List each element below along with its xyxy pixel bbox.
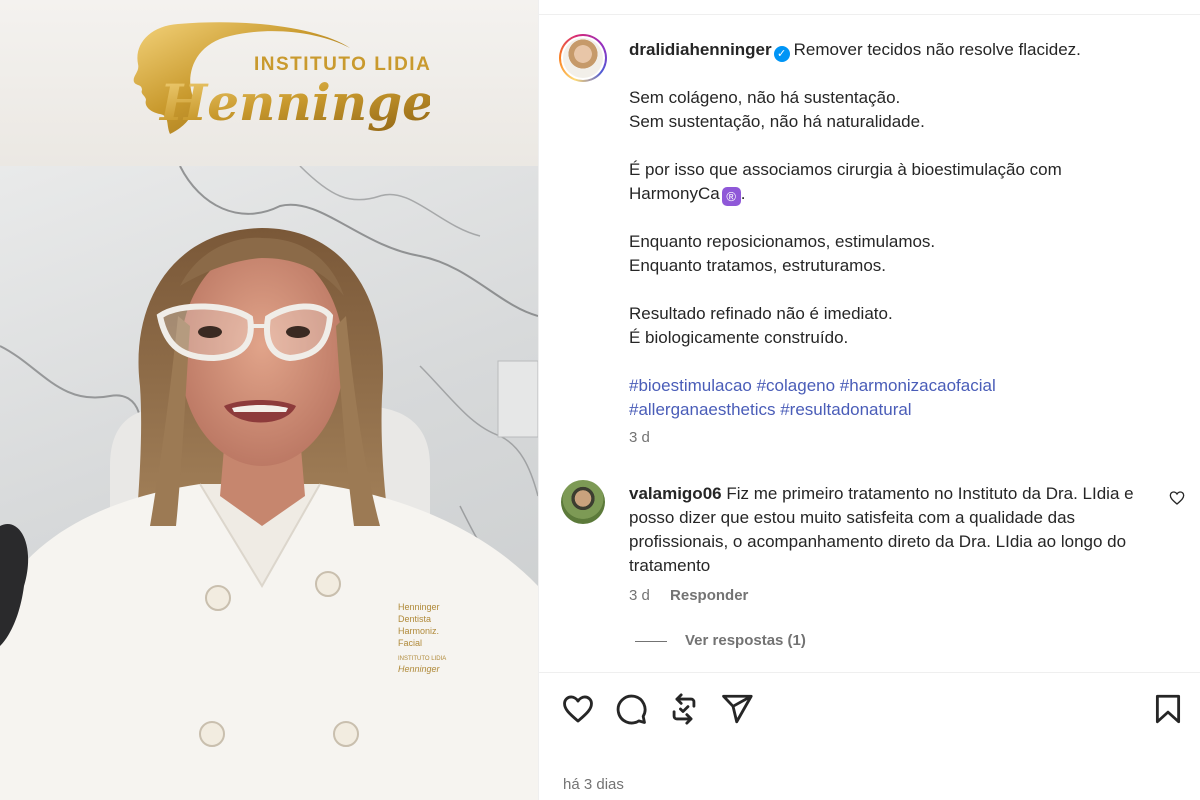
- reply-button[interactable]: Responder: [670, 587, 748, 604]
- caption-line: Remover tecidos não resolve flacidez.: [793, 40, 1081, 59]
- svg-text:Facial: Facial: [398, 638, 422, 648]
- post-date: há 3 dias: [563, 776, 624, 793]
- author-username[interactable]: dralidiahenninger: [629, 40, 772, 59]
- svg-text:Harmoniz.: Harmoniz.: [398, 626, 439, 636]
- commenter-username[interactable]: valamigo06: [629, 484, 722, 503]
- logo-line2: Henninger: [158, 73, 430, 132]
- divider: [539, 672, 1200, 673]
- hashtag-link[interactable]: #colageno: [757, 376, 835, 395]
- share-icon[interactable]: [720, 692, 754, 726]
- svg-text:Dentista: Dentista: [398, 614, 431, 624]
- comment-timestamp[interactable]: 3 d: [629, 587, 650, 604]
- commenter-avatar[interactable]: [561, 480, 605, 524]
- caption-line-harmonyca: HarmonyCa ®.: [629, 182, 1149, 206]
- post-panel: dralidiahenninger ✓ Remover tecidos não re…: [538, 0, 1200, 800]
- view-replies-button[interactable]: Ver respostas (1): [635, 632, 806, 649]
- comment-meta: 3 d Responder: [629, 587, 748, 604]
- clinic-logo: INSTITUTO LIDIA Henninger: [133, 22, 430, 134]
- caption-line: É biologicamente construído.: [629, 328, 849, 347]
- hashtags: #bioestimulacao #colageno #harmonizacaof…: [629, 374, 1149, 422]
- svg-text:Henninger: Henninger: [398, 602, 440, 612]
- bookmark-icon[interactable]: [1151, 692, 1185, 726]
- post-timestamp[interactable]: 3 d: [629, 429, 650, 446]
- instagram-post-view: INSTITUTO LIDIA Henninger: [0, 0, 1200, 800]
- hashtag-link[interactable]: #resultadonatural: [780, 400, 911, 419]
- hashtag-link[interactable]: #bioestimulacao: [629, 376, 752, 395]
- post-media[interactable]: INSTITUTO LIDIA Henninger: [0, 0, 538, 800]
- caption-line: Enquanto tratamos, estruturamos.: [629, 256, 887, 275]
- view-replies-label: Ver respostas (1): [685, 632, 806, 649]
- svg-text:Henninger: Henninger: [398, 664, 441, 674]
- author-avatar[interactable]: [559, 34, 607, 82]
- hashtag-link[interactable]: #harmonizacaofacial: [840, 376, 996, 395]
- caption-line: É por isso que associamos cirurgia à bio…: [629, 160, 1062, 179]
- hashtag-link[interactable]: #allerganaesthetics: [629, 400, 775, 419]
- caption-text: .: [740, 184, 746, 203]
- caption-line: Sem sustentação, não há naturalidade.: [629, 112, 925, 131]
- comment-body: valamigo06 Fiz me primeiro tratamento no…: [629, 482, 1149, 578]
- repost-icon[interactable]: [667, 692, 701, 726]
- registered-badge-icon: ®: [721, 187, 741, 206]
- caption-line: Sem colágeno, não há sustentação.: [629, 88, 901, 107]
- divider: [539, 14, 1200, 15]
- heart-icon[interactable]: [561, 692, 595, 726]
- video-frame: Henninger Dentista Harmoniz. Facial INST…: [0, 166, 538, 800]
- author-photo: [563, 38, 603, 78]
- replies-line: [635, 640, 667, 642]
- svg-text:INSTITUTO LIDIA: INSTITUTO LIDIA: [398, 656, 446, 662]
- clinic-banner: INSTITUTO LIDIA Henninger: [0, 0, 538, 166]
- comment-like-heart-icon[interactable]: [1169, 490, 1185, 506]
- comment-icon[interactable]: [614, 692, 648, 726]
- caption-text: HarmonyCa: [629, 184, 720, 203]
- woman-portrait: Henninger Dentista Harmoniz. Facial INST…: [0, 166, 538, 800]
- post-caption: dralidiahenninger ✓ Remover tecidos não re…: [629, 38, 1149, 422]
- logo-line1: INSTITUTO LIDIA: [254, 54, 430, 75]
- verified-badge-icon: ✓: [773, 46, 790, 62]
- caption-line: Enquanto reposicionamos, estimulamos.: [629, 232, 936, 251]
- caption-line: Resultado refinado não é imediato.: [629, 304, 893, 323]
